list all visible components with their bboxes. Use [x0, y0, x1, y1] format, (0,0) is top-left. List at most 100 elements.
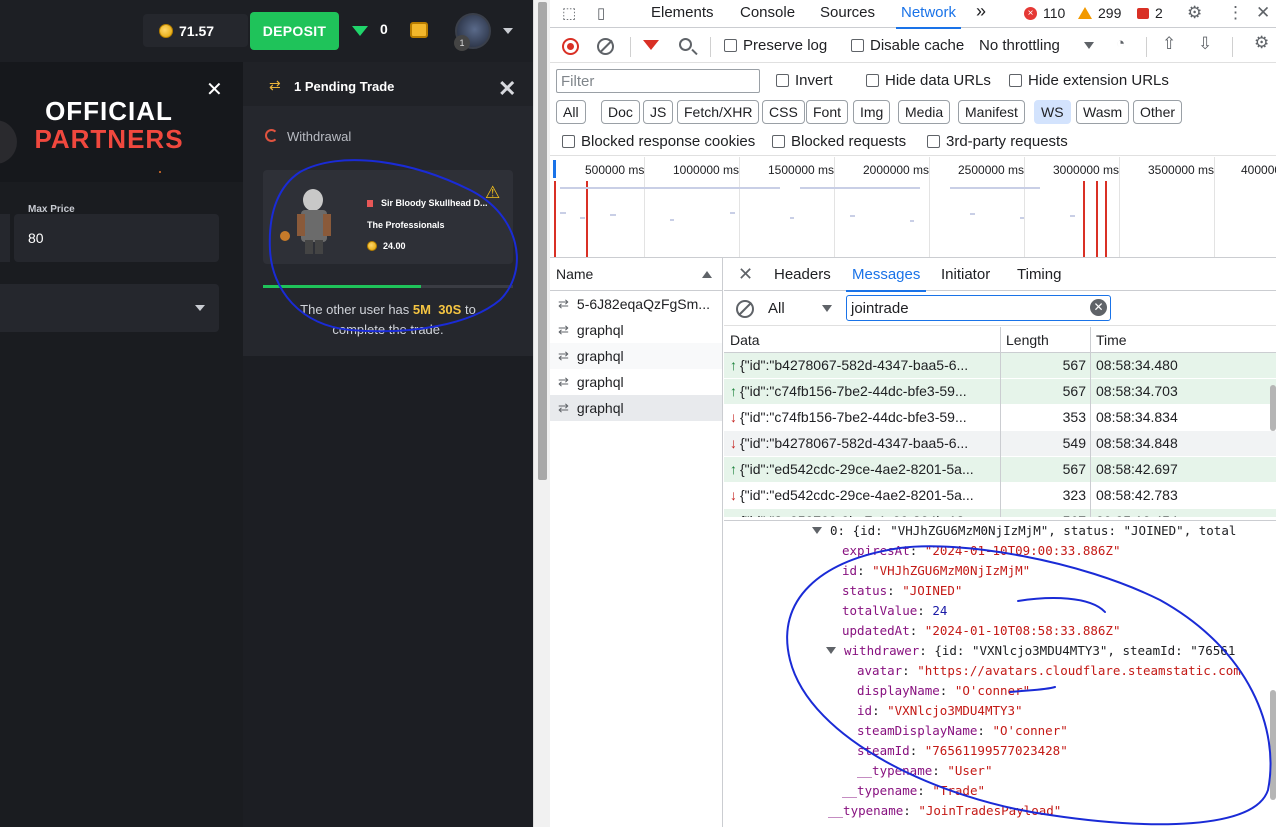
blocked-requests-checkbox[interactable]: Blocked requests: [772, 133, 906, 150]
network-timeline-overview[interactable]: 500000 ms 1000000 ms 1500000 ms 2000000 …: [550, 157, 1276, 258]
min-price-field[interactable]: [0, 214, 10, 262]
sort-ascending-icon: [702, 271, 712, 278]
json-line: displayName: "O'conner": [857, 683, 1031, 698]
request-detail-panel: ✕ Headers Messages Initiator Timing All …: [724, 258, 1276, 827]
page-scrollbar[interactable]: [533, 0, 550, 827]
deposit-button[interactable]: DEPOSIT: [250, 12, 339, 50]
websocket-icon: ⇄: [558, 374, 569, 389]
checkbox-icon: [776, 74, 789, 87]
request-row[interactable]: ⇄ graphql: [550, 343, 722, 369]
chevron-down-icon[interactable]: [1084, 42, 1094, 49]
device-toolbar-icon[interactable]: ▯: [597, 4, 605, 22]
blocked-cookies-checkbox[interactable]: Blocked response cookies: [562, 133, 755, 150]
request-row[interactable]: ⇄ graphql: [550, 317, 722, 343]
requests-list: Name ⇄ 5-6J82eqaQzFgSm... ⇄ graphql ⇄ graph…: [550, 258, 723, 827]
tab-sources[interactable]: Sources: [820, 4, 875, 21]
trade-timer-message: The other user has 5M 30S to complete th…: [273, 300, 503, 340]
tab-console[interactable]: Console: [740, 4, 795, 21]
type-wasm-button[interactable]: Wasm: [1076, 100, 1130, 124]
type-fetch-button[interactable]: Fetch/XHR: [677, 100, 760, 124]
column-data-header[interactable]: Data: [730, 332, 760, 348]
more-tabs-icon[interactable]: »: [976, 1, 986, 22]
level-badge: 1: [454, 35, 470, 51]
chevron-down-icon[interactable]: [822, 305, 832, 312]
coin-icon: [159, 23, 173, 38]
json-line: totalValue: 24: [842, 603, 948, 618]
json-withdrawer-line[interactable]: withdrawer: {id: "VXNlcjo3MDU4MTY3", ste…: [826, 641, 1235, 661]
trade-item-card[interactable]: Sir Bloody Skullhead D... The Profession…: [263, 170, 513, 264]
chevron-down-icon[interactable]: [503, 28, 513, 34]
type-all-button[interactable]: All: [556, 100, 586, 124]
warning-count-badge[interactable]: 299: [1078, 5, 1121, 21]
tab-messages[interactable]: Messages: [845, 266, 927, 292]
sent-arrow-icon: ↑: [730, 383, 737, 399]
upload-icon[interactable]: ⇧: [1162, 34, 1176, 54]
gems-value: 0: [380, 21, 388, 37]
message-search-input[interactable]: jointrade ✕: [846, 295, 1111, 321]
balance-display[interactable]: 71.57: [143, 14, 248, 47]
gear-icon[interactable]: ⚙: [1187, 3, 1202, 23]
request-row[interactable]: ⇄ graphql: [550, 369, 722, 395]
inspect-element-icon[interactable]: ⬚: [562, 4, 576, 22]
close-icon[interactable]: ✕: [1256, 3, 1270, 23]
throttling-select[interactable]: No throttling: [979, 37, 1060, 54]
clear-search-icon[interactable]: ✕: [1090, 299, 1107, 316]
close-icon[interactable]: ✕: [498, 78, 516, 100]
request-row-selected[interactable]: ⇄ graphql: [550, 395, 722, 421]
disable-cache-checkbox[interactable]: Disable cache: [851, 37, 964, 54]
hide-data-urls-checkbox[interactable]: Hide data URLs: [866, 72, 991, 89]
filter-input[interactable]: Filter: [556, 69, 760, 93]
hide-extension-urls-checkbox[interactable]: Hide extension URLs: [1009, 72, 1169, 89]
messages-scrollbar[interactable]: [1270, 385, 1276, 431]
type-manifest-button[interactable]: Manifest: [958, 100, 1025, 124]
column-length-header[interactable]: Length: [1006, 332, 1049, 348]
type-img-button[interactable]: Img: [853, 100, 891, 124]
json-line: status: "JOINED": [842, 583, 963, 598]
type-ws-button[interactable]: WS: [1034, 100, 1071, 124]
rewards-chest-icon[interactable]: [410, 22, 428, 38]
tab-network[interactable]: Network: [895, 4, 962, 29]
search-icon[interactable]: [679, 38, 692, 51]
message-length: 549: [1062, 435, 1086, 451]
gear-icon[interactable]: ⚙: [1254, 33, 1269, 53]
issues-count-badge[interactable]: 2: [1137, 5, 1163, 21]
type-doc-button[interactable]: Doc: [601, 100, 640, 124]
tab-initiator[interactable]: Initiator: [941, 266, 990, 283]
invert-checkbox[interactable]: Invert: [776, 72, 833, 89]
column-time-header[interactable]: Time: [1096, 332, 1127, 348]
type-css-button[interactable]: CSS: [762, 100, 805, 124]
scrollbar-thumb[interactable]: [538, 2, 547, 480]
timeline-requests: [560, 187, 1075, 222]
network-conditions-icon[interactable]: ◔: [1116, 35, 1125, 52]
sort-select[interactable]: [0, 284, 219, 332]
download-icon[interactable]: ⇩: [1198, 34, 1212, 54]
tab-timing[interactable]: Timing: [1017, 266, 1061, 283]
max-price-input[interactable]: 80: [14, 214, 219, 262]
tab-elements[interactable]: Elements: [651, 4, 714, 21]
third-party-label: 3rd-party requests: [946, 133, 1068, 150]
tab-headers[interactable]: Headers: [774, 266, 831, 283]
clear-icon[interactable]: [597, 38, 614, 55]
type-media-button[interactable]: Media: [898, 100, 951, 124]
message-length: 567: [1000, 513, 1086, 517]
name-column-header[interactable]: Name: [550, 258, 722, 291]
type-font-button[interactable]: Font: [806, 100, 849, 124]
type-other-button[interactable]: Other: [1133, 100, 1183, 124]
record-icon[interactable]: [562, 38, 579, 55]
message-data-text: {"id":"ed542cdc-29ce-4ae2-8201-5a...: [740, 487, 974, 503]
warning-icon[interactable]: ⚠: [485, 183, 500, 203]
clear-messages-icon[interactable]: [736, 300, 754, 318]
third-party-checkbox[interactable]: 3rd-party requests: [927, 133, 1068, 150]
type-js-button[interactable]: JS: [643, 100, 674, 124]
json-root-line[interactable]: 0: {id: "VHJhZGU6MzM0NjIzMjM", status: "…: [812, 521, 1236, 541]
error-count-badge[interactable]: × 110: [1024, 5, 1065, 21]
skin-collection: The Professionals: [367, 220, 445, 230]
filter-icon[interactable]: [643, 40, 659, 50]
preserve-log-checkbox[interactable]: Preserve log: [724, 37, 827, 54]
json-scrollbar[interactable]: [1270, 690, 1276, 800]
gems-display[interactable]: 0: [352, 21, 388, 37]
request-row[interactable]: ⇄ 5-6J82eqaQzFgSm...: [550, 291, 722, 317]
message-type-select[interactable]: All: [768, 300, 785, 317]
close-icon[interactable]: ✕: [738, 264, 753, 285]
more-options-icon[interactable]: ⋮: [1227, 3, 1244, 23]
